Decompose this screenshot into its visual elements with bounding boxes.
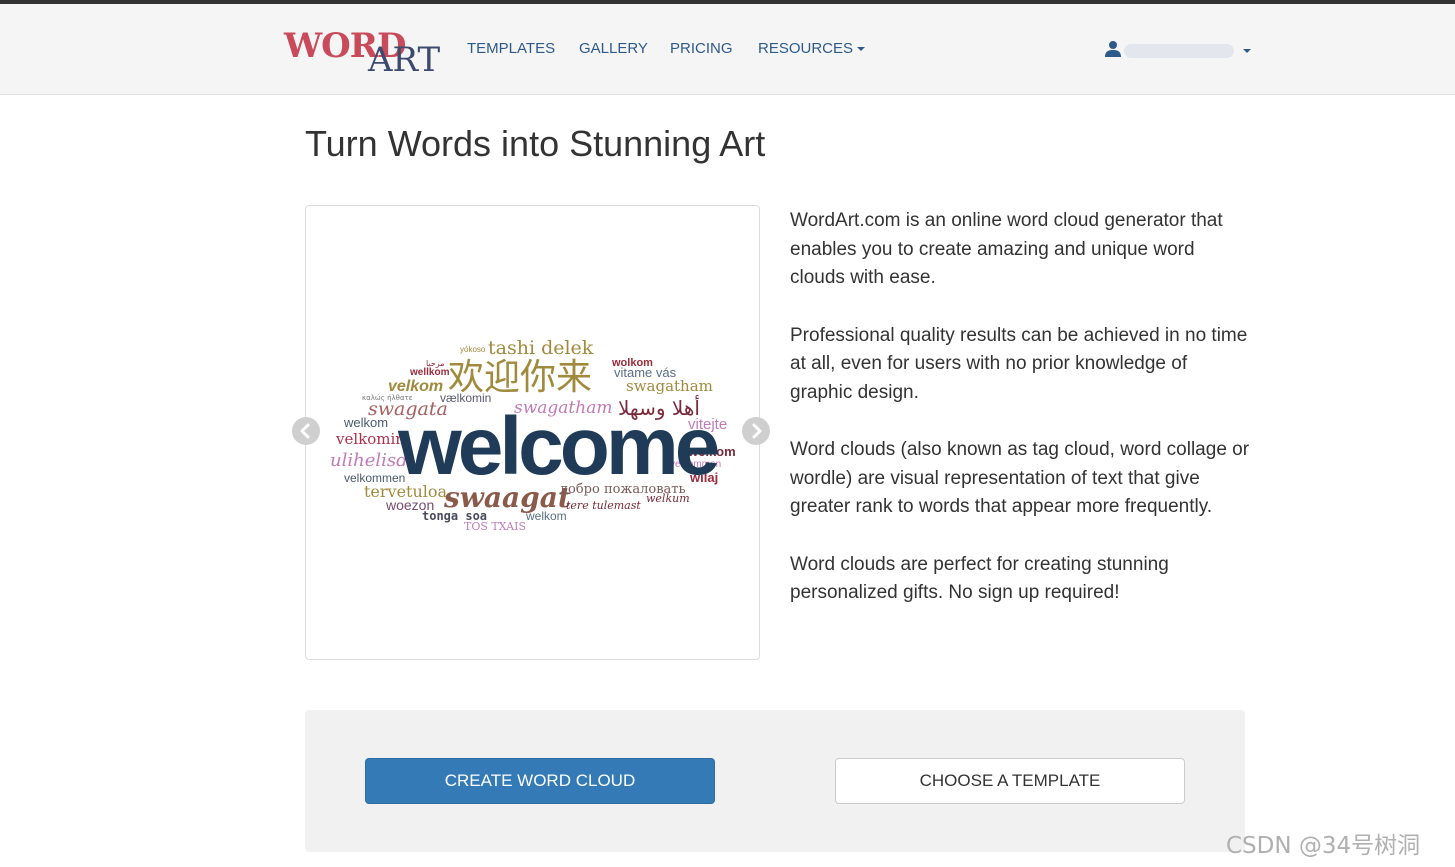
page-title: Turn Words into Stunning Art bbox=[305, 123, 766, 164]
user-icon bbox=[1104, 40, 1122, 58]
cloud-word: welkom bbox=[525, 509, 567, 523]
cloud-main-word: welcome bbox=[397, 401, 718, 492]
nav-templates[interactable]: TEMPLATES bbox=[467, 40, 555, 57]
chevron-down-icon bbox=[1243, 49, 1251, 53]
description-paragraph: Word clouds are perfect for creating stu… bbox=[790, 553, 1169, 604]
nav-gallery[interactable]: GALLERY bbox=[579, 40, 648, 57]
wordart-logo[interactable]: WORD ART bbox=[284, 24, 454, 80]
cloud-word: velkom bbox=[388, 378, 443, 395]
nav-resources[interactable]: RESOURCES bbox=[758, 40, 866, 57]
cloud-word: swagatham bbox=[626, 377, 713, 395]
cloud-word: welkum bbox=[646, 492, 690, 505]
cloud-word: tere tulemast bbox=[566, 499, 641, 512]
cloud-word: yókoso bbox=[460, 345, 486, 354]
carousel-prev-button[interactable] bbox=[292, 417, 320, 445]
chevron-left-icon bbox=[300, 423, 310, 439]
cloud-word: welkom bbox=[343, 415, 388, 430]
description-paragraph: Professional quality results can be achi… bbox=[790, 324, 1248, 403]
cta-panel: CREATE WORD CLOUD CHOOSE A TEMPLATE bbox=[305, 710, 1245, 852]
caret-down-icon bbox=[857, 47, 866, 52]
cloud-word: wellkom bbox=[409, 367, 450, 378]
watermark: CSDN @34号树洞 bbox=[1226, 833, 1421, 859]
description-paragraph: WordArt.com is an online word cloud gene… bbox=[790, 210, 1223, 288]
word-cloud-carousel[interactable]: tashi delek yókoso 欢迎你来 wolkom vitame vá… bbox=[305, 205, 760, 660]
choose-template-button[interactable]: CHOOSE A TEMPLATE bbox=[835, 758, 1185, 804]
description: WordArt.com is an online word cloud gene… bbox=[790, 207, 1250, 637]
nav-pricing[interactable]: PRICING bbox=[670, 40, 733, 57]
navbar: WORD ART TEMPLATES GALLERY PRICING RESOU… bbox=[0, 4, 1455, 95]
chevron-right-icon bbox=[752, 423, 762, 439]
cloud-word: TOS TXAIS bbox=[464, 520, 526, 533]
logo-art: ART bbox=[368, 40, 441, 80]
description-paragraph: Word clouds (also known as tag cloud, wo… bbox=[790, 439, 1250, 517]
user-name-blurred bbox=[1124, 44, 1234, 58]
carousel-next-button[interactable] bbox=[742, 417, 770, 445]
nav-resources-label: RESOURCES bbox=[758, 40, 854, 57]
cloud-word: velkomin bbox=[335, 430, 405, 448]
user-menu[interactable] bbox=[1104, 38, 1254, 62]
create-word-cloud-button[interactable]: CREATE WORD CLOUD bbox=[365, 758, 715, 804]
cloud-word: tashi delek bbox=[488, 337, 594, 359]
word-cloud-image: tashi delek yókoso 欢迎你来 wolkom vitame vá… bbox=[330, 337, 736, 533]
